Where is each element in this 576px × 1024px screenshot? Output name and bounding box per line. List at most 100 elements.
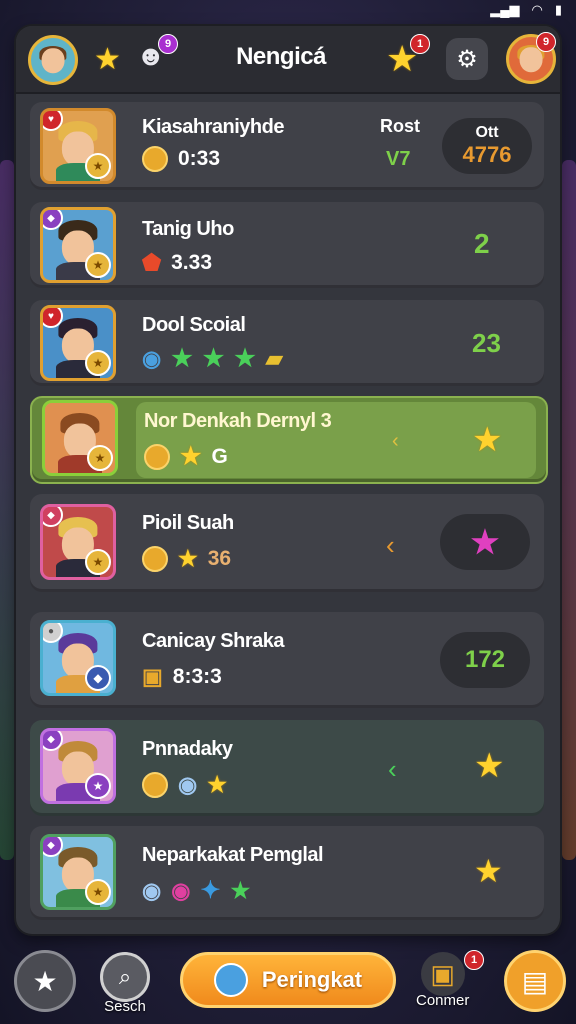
player-score: ★ 36	[142, 546, 231, 572]
player-name: Pnnadaky	[142, 738, 233, 760]
player-portrait: ♥ ★	[40, 108, 116, 184]
green-star-icon: ★	[230, 877, 251, 903]
background-scenery-left	[0, 160, 14, 860]
player-portrait: ◆ ★	[40, 728, 116, 804]
coin-icon	[142, 546, 168, 572]
player-name: Neparkakat Pemglal	[142, 844, 324, 866]
leaderboard-row[interactable]: ♥ ★ Kiasahraniyhde 0:33 Rost V7 Ott 4776	[30, 102, 544, 190]
rank-value: 2	[474, 228, 490, 259]
rank-value: 23	[472, 328, 501, 358]
nav-search-label: Sesch	[104, 998, 146, 1015]
corner-badge: 1	[464, 950, 484, 970]
achievement-icons: ◉ ◉ ✦ ★	[142, 876, 250, 905]
leaderboard-row[interactable]: ◆ ★ Tanig Uho ⬟ 3.33 2	[30, 202, 544, 288]
profile-badge: 9	[536, 32, 556, 52]
red-gem-icon: ⬟	[142, 250, 162, 275]
nav-shop-button[interactable]: ▤	[504, 950, 566, 1012]
shield-icon: ◉	[142, 345, 162, 371]
leaderboard-row-current-player[interactable]: ★ Nor Denkah Dernyl 3 ★ G ‹ ★	[30, 396, 548, 484]
player-score: 0:33	[142, 146, 220, 172]
chest-icon: ▰	[265, 345, 283, 371]
star-badge-icon: ★	[85, 773, 111, 799]
column-value-rost: V7	[386, 148, 411, 170]
page-title: Nengicá	[236, 43, 326, 70]
ranking-button-label: Peringkat	[261, 967, 363, 992]
coin-icon	[144, 443, 170, 470]
star-icon: ★	[472, 421, 503, 459]
leaderboard-row[interactable]: ♥ ★ Dool Scoial ◉ ★ ★ ★ ▰ 23	[30, 300, 544, 386]
pink-gem-icon: ◉	[171, 877, 191, 903]
star-icon: ★	[207, 772, 227, 797]
column-label-rost: Rost	[380, 116, 420, 136]
player-avatar[interactable]	[28, 35, 78, 85]
leaderboard-row[interactable]: ◆ ★ Pnnadaky ◉ ★ ‹ ★	[30, 720, 544, 816]
background-scenery-right	[562, 160, 576, 860]
star-badge-icon: ★	[85, 252, 111, 278]
star-badge-icon: ★	[85, 153, 111, 179]
player-score: ⬟ 3.33	[142, 250, 212, 275]
achievement-icons: ◉ ★ ★ ★ ▰	[142, 344, 283, 373]
player-portrait: ★	[42, 400, 118, 476]
star-icon[interactable]: ★	[94, 42, 121, 77]
achievement-icons: ◉ ★	[142, 772, 227, 798]
top-bar: ★ ☻ 9 Nengicá ★ 1 ⚙ 9	[16, 26, 560, 94]
star-badge-icon: ★	[85, 350, 111, 376]
leaderboard-row[interactable]: ● ◆ Canicay Shraka ▣ 8:3:3 172	[30, 612, 544, 708]
shield-icon: ◉	[142, 877, 162, 903]
pink-star-icon: ★	[470, 524, 500, 560]
box-icon: ▣	[420, 952, 465, 996]
mask-badge: 9	[158, 34, 178, 54]
star-badge-icon: ★	[87, 445, 113, 471]
score-pill: 172	[440, 632, 530, 688]
wifi-icon: ◠	[531, 2, 543, 17]
green-star-icon: ★	[171, 345, 193, 372]
column-value-ott: 4776	[462, 142, 512, 167]
ranking-button[interactable]: Peringkat	[180, 952, 396, 1008]
player-portrait: ◆ ★	[40, 504, 116, 580]
settings-button[interactable]: ⚙	[446, 38, 488, 80]
status-bar: ▂▄▆ ◠ ▮	[0, 0, 576, 20]
player-score: ★ G	[144, 442, 228, 471]
coin-icon	[142, 772, 168, 798]
player-portrait: ♥ ★	[40, 305, 116, 381]
star-pill: ★	[440, 514, 530, 570]
signal-icon: ▂▄▆	[490, 2, 520, 17]
gem-badge-icon: ◆	[85, 665, 111, 691]
rank-value: 172	[464, 646, 506, 673]
score-pill: Ott 4776	[442, 118, 532, 174]
arrow-left-icon: ‹	[392, 430, 399, 452]
bottom-nav: ★ ⌕ Sesch Peringkat ▣ Conmer 1 ▤	[0, 944, 576, 1024]
player-name: Dool Scoial	[142, 314, 246, 336]
green-star-icon: ★	[234, 345, 256, 372]
nav-corner-button[interactable]: ▣ Conmer	[416, 952, 469, 1009]
coin-icon	[142, 146, 168, 172]
player-score: ▣ 8:3:3	[142, 664, 222, 689]
column-label-ott: Ott	[475, 124, 499, 141]
search-icon: ⌕	[100, 952, 150, 1002]
chest-icon: ▣	[142, 664, 163, 689]
player-name: Tanig Uho	[142, 218, 234, 240]
star-icon: ★	[14, 950, 76, 1012]
chat-icon	[213, 963, 248, 997]
blue-star-icon: ✦	[200, 877, 221, 904]
leaderboard-row[interactable]: ◆ ★ Pioil Suah ★ 36 ‹ ★	[30, 494, 544, 592]
battery-icon: ▮	[554, 2, 562, 17]
star-icon: ★	[180, 443, 202, 470]
player-portrait: ● ◆	[40, 620, 116, 696]
player-portrait: ◆ ★	[40, 834, 116, 910]
star-icon: ★	[474, 853, 503, 889]
nav-search-button[interactable]: ⌕ Sesch	[100, 952, 150, 1015]
shield-icon: ◉	[178, 772, 198, 797]
star-badge-icon: ★	[85, 879, 111, 905]
star-icon: ★	[178, 546, 198, 571]
nav-star-button[interactable]: ★	[14, 950, 76, 1012]
arrow-left-icon: ‹	[386, 530, 395, 560]
star-icon: ★	[474, 747, 505, 785]
leaderboard-row[interactable]: ◆ ★ Neparkakat Pemglal ◉ ◉ ✦ ★ ★	[30, 826, 544, 920]
gear-icon: ⚙	[456, 45, 478, 73]
star-badge: 1	[410, 34, 430, 54]
arrow-left-icon: ‹	[388, 754, 397, 784]
star-badge-icon: ★	[85, 549, 111, 575]
player-name: Nor Denkah Dernyl 3	[144, 410, 332, 432]
player-name: Kiasahraniyhde	[142, 116, 284, 138]
